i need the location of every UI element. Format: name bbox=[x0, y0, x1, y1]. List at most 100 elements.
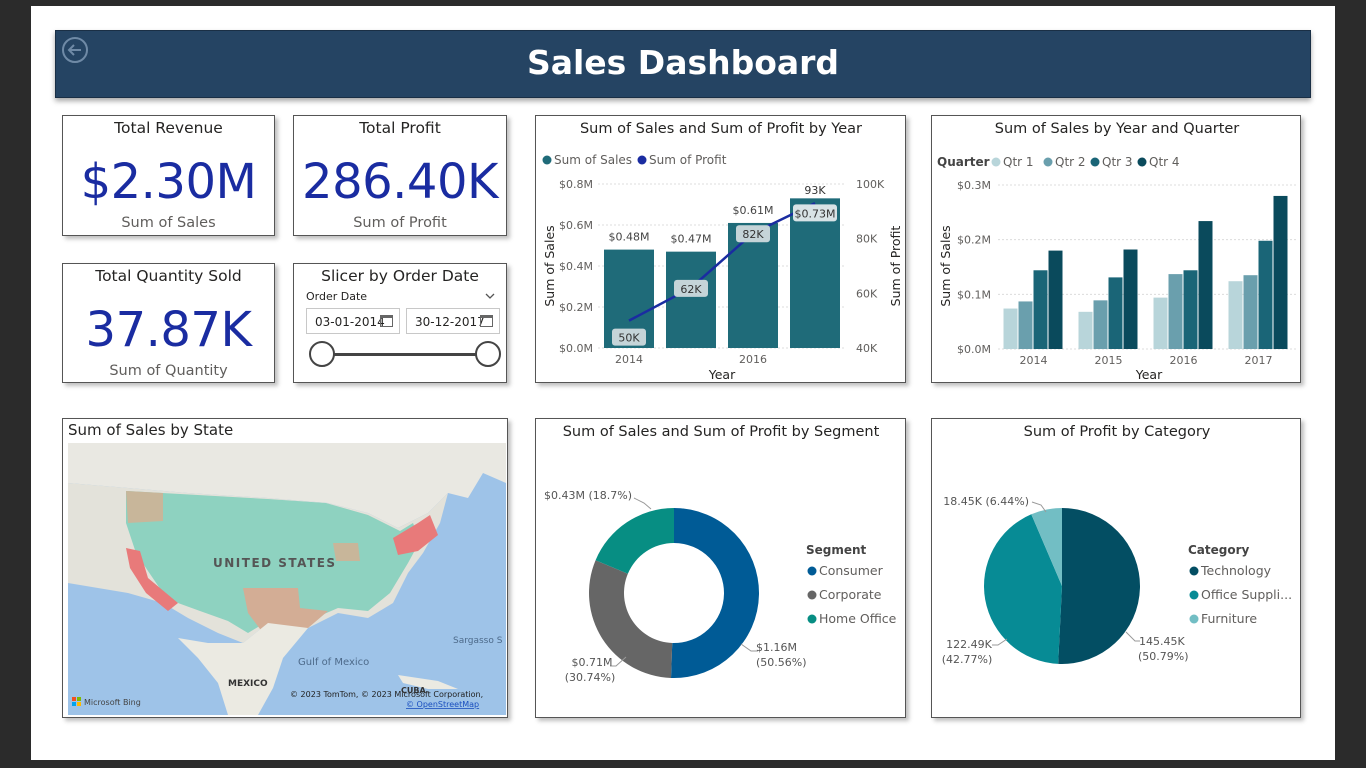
y-tick-label: $0.8M bbox=[559, 178, 593, 191]
data-label-profit: 93K bbox=[804, 184, 826, 197]
y2-tick-label: 60K bbox=[856, 287, 878, 300]
date-slicer[interactable]: Slicer by Order Date Order Date 03-01-20… bbox=[293, 263, 507, 383]
map-label-gulf: Gulf of Mexico bbox=[298, 657, 369, 668]
x-tick-label: 2016 bbox=[739, 353, 767, 366]
state-illinois[interactable] bbox=[333, 543, 360, 561]
calendar-icon[interactable] bbox=[380, 315, 393, 327]
data-label-profit: 82K bbox=[742, 228, 764, 241]
legend-label: Furniture bbox=[1201, 611, 1257, 626]
legend-swatch bbox=[1137, 157, 1147, 167]
data-label: 18.45K (6.44%) bbox=[943, 495, 1029, 508]
end-date-input[interactable]: 30-12-2017 bbox=[406, 308, 500, 334]
slider-start-handle[interactable] bbox=[309, 341, 335, 367]
leader-line bbox=[1125, 631, 1140, 642]
x-tick-label: 2016 bbox=[1170, 354, 1198, 367]
dashboard-header: Sales Dashboard bbox=[55, 30, 1311, 98]
y2-tick-label: 100K bbox=[856, 178, 885, 191]
slider-end-handle[interactable] bbox=[475, 341, 501, 367]
chart-sales-profit-year[interactable]: Sum of Sales and Sum of Profit by Year Su… bbox=[535, 115, 906, 383]
bar-2016-q2 bbox=[1168, 274, 1183, 349]
map-sales-by-state[interactable]: Sum of Sales by State UNITED STATES Gulf… bbox=[62, 418, 508, 718]
kpi-subtitle: Sum of Quantity bbox=[109, 363, 228, 379]
bar-2014-q2 bbox=[1018, 301, 1033, 349]
legend-swatch bbox=[1189, 566, 1199, 576]
y-tick-label: $0.2M bbox=[559, 301, 593, 314]
end-date-value: 30-12-2017 bbox=[415, 315, 485, 329]
bar-2016-q1 bbox=[1153, 297, 1168, 349]
kpi-card-revenue[interactable]: Total Revenue $2.30M Sum of Sales bbox=[62, 115, 275, 236]
kpi-value: 37.87K bbox=[85, 302, 252, 358]
chart-category-pie[interactable]: Sum of Profit by Category 145.45K (50.79%)… bbox=[931, 418, 1301, 718]
x-tick-label: 2014 bbox=[1020, 354, 1048, 367]
map-label-country: UNITED STATES bbox=[213, 556, 337, 570]
chart-sales-year-quarter[interactable]: Sum of Sales by Year and Quarter Quarter Q… bbox=[931, 115, 1301, 383]
y-tick-label: $0.1M bbox=[957, 288, 991, 301]
legend-swatch bbox=[1189, 590, 1199, 600]
map-label-sargasso: Sargasso S bbox=[453, 636, 503, 646]
legend-swatch bbox=[807, 590, 817, 600]
legend-label: Office Suppli... bbox=[1201, 587, 1292, 602]
legend-swatch bbox=[807, 614, 817, 624]
calendar-icon[interactable] bbox=[480, 315, 493, 327]
slice-home-office bbox=[595, 508, 674, 574]
data-label-sales: $0.47M bbox=[671, 233, 712, 246]
date-range-track[interactable] bbox=[322, 353, 490, 356]
legend-label: Consumer bbox=[819, 563, 884, 578]
chevron-down-icon[interactable] bbox=[484, 291, 496, 301]
bar-2017-q1 bbox=[1228, 281, 1243, 349]
data-label-pct: (50.56%) bbox=[756, 656, 807, 669]
y2-axis-title: Sum of Profit bbox=[888, 226, 903, 307]
map-osm-link[interactable]: © OpenStreetMap bbox=[406, 700, 479, 709]
legend-swatch bbox=[1043, 157, 1053, 167]
data-label-pct: (50.79%) bbox=[1138, 650, 1189, 663]
chart-title: Sum of Sales and Sum of Profit by Year bbox=[580, 121, 862, 137]
pie-chart: Sum of Profit by Category 145.45K (50.79%)… bbox=[942, 424, 1292, 666]
state-washington-oregon[interactable] bbox=[126, 491, 163, 523]
x-tick-label: 2017 bbox=[1245, 354, 1273, 367]
data-label: $0.43M (18.7%) bbox=[544, 489, 632, 502]
legend-label: Sum of Sales bbox=[554, 153, 632, 167]
bar-2015-q1 bbox=[1078, 311, 1093, 349]
start-date-value: 03-01-2014 bbox=[315, 315, 385, 329]
y-tick-label: $0.2M bbox=[957, 234, 991, 247]
chart-segment-donut[interactable]: Sum of Sales and Sum of Profit by Segmen… bbox=[535, 418, 906, 718]
y-axis-title: Sum of Sales bbox=[542, 225, 557, 306]
y-tick-label: $0.6M bbox=[559, 219, 593, 232]
legend-label: Qtr 4 bbox=[1149, 155, 1180, 169]
start-date-input[interactable]: 03-01-2014 bbox=[306, 308, 400, 334]
bar-2014-q1 bbox=[1003, 308, 1018, 349]
legend-swatch bbox=[1189, 614, 1199, 624]
legend-label: Corporate bbox=[819, 587, 882, 602]
legend-label: Technology bbox=[1200, 563, 1272, 578]
legend-swatch bbox=[1090, 157, 1100, 167]
data-label-sales: $0.73M bbox=[795, 207, 836, 220]
map-bing-label: Microsoft Bing bbox=[84, 698, 141, 707]
kpi-value: $2.30M bbox=[80, 154, 257, 210]
map-visual[interactable]: UNITED STATES Gulf of Mexico MEXICO CUBA… bbox=[68, 443, 506, 715]
legend-swatch bbox=[637, 155, 647, 165]
slicer-title: Slicer by Order Date bbox=[321, 267, 479, 285]
combo-chart: Sum of Sales and Sum of Profit by Year Su… bbox=[542, 121, 903, 382]
report-canvas: Sales Dashboard Total Revenue $2.30M Sum… bbox=[31, 6, 1335, 760]
map-credit: © 2023 TomTom, © 2023 Microsoft Corporat… bbox=[290, 690, 483, 699]
kpi-card-quantity[interactable]: Total Quantity Sold 37.87K Sum of Quanti… bbox=[62, 263, 275, 383]
kpi-title: Total Quantity Sold bbox=[95, 267, 242, 285]
legend-title: Quarter bbox=[937, 155, 990, 169]
legend-label: Sum of Profit bbox=[649, 153, 727, 167]
legend-label: Qtr 3 bbox=[1102, 155, 1133, 169]
kpi-subtitle: Sum of Sales bbox=[121, 215, 216, 231]
kpi-subtitle: Sum of Profit bbox=[353, 215, 447, 231]
chart-title: Sum of Profit by Category bbox=[1024, 424, 1211, 440]
bar-2017-q3 bbox=[1258, 240, 1273, 349]
data-label-sales: $0.48M bbox=[609, 231, 650, 244]
bar-2015-q2 bbox=[1093, 300, 1108, 349]
bar-2017-q2 bbox=[1243, 275, 1258, 349]
legend-label: Qtr 1 bbox=[1003, 155, 1034, 169]
map-title: Sum of Sales by State bbox=[68, 421, 234, 439]
kpi-card-profit[interactable]: Total Profit 286.40K Sum of Profit bbox=[293, 115, 507, 236]
bar-2015-q3 bbox=[1108, 277, 1123, 349]
y-axis-title: Sum of Sales bbox=[938, 225, 953, 306]
map-label-mexico: MEXICO bbox=[228, 679, 268, 689]
bar-2017-q4 bbox=[1273, 195, 1288, 349]
data-label-profit: 62K bbox=[680, 283, 702, 296]
